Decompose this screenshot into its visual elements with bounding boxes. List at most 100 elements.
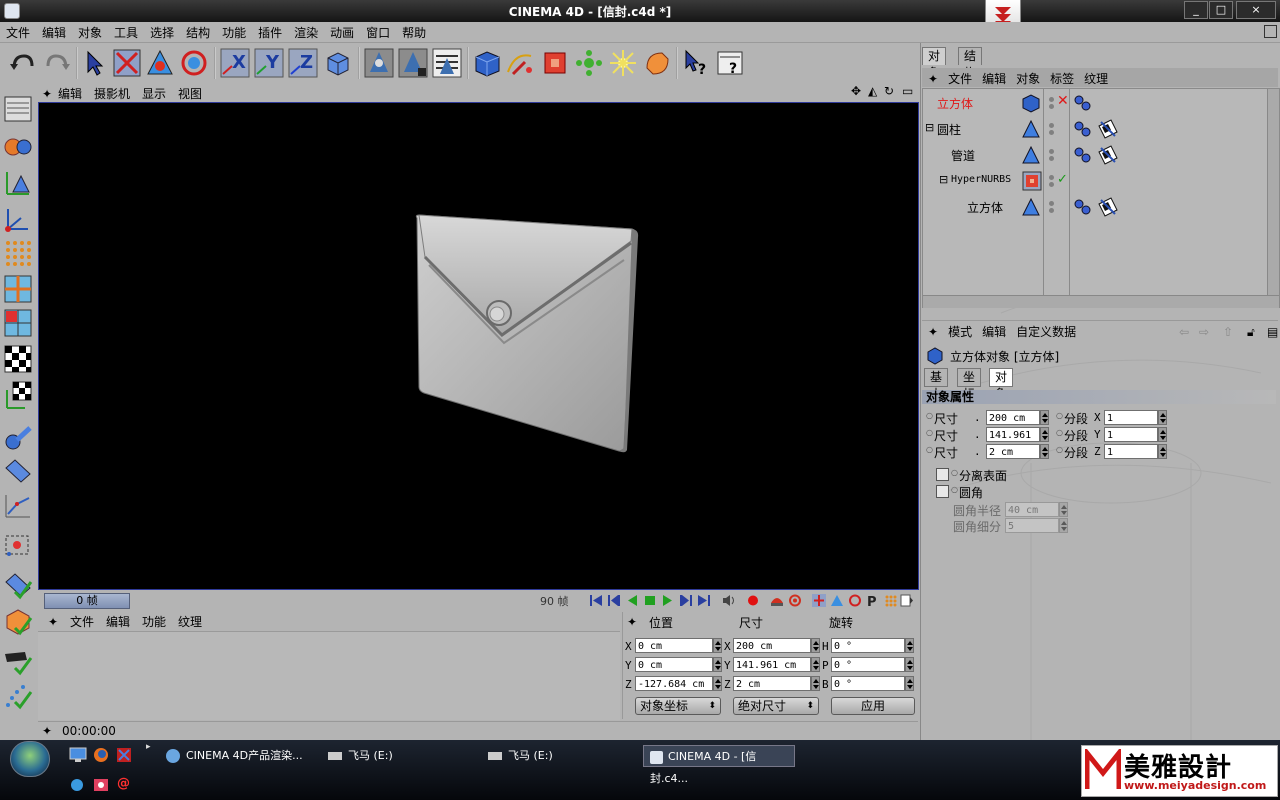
- select-pointer-icon[interactable]: [80, 48, 110, 78]
- texture-axis-icon[interactable]: [3, 380, 33, 410]
- quicklaunch-expand-icon[interactable]: ▸: [146, 742, 151, 752]
- context-help-icon[interactable]: ?: [682, 48, 712, 78]
- x-axis-lock-icon[interactable]: X: [220, 48, 250, 78]
- texture-tag-icon[interactable]: [1097, 144, 1119, 166]
- mail-at-icon[interactable]: @: [117, 776, 130, 791]
- use-model-icon[interactable]: [3, 94, 33, 124]
- timeline-bar[interactable]: [38, 590, 918, 610]
- pos-y-field[interactable]: 0 cm: [635, 657, 713, 672]
- pos-x-spinner[interactable]: [713, 638, 722, 653]
- tab-objects[interactable]: 对象: [922, 47, 947, 80]
- rot-b-spinner[interactable]: [905, 676, 914, 691]
- show-desktop-icon[interactable]: [69, 747, 87, 763]
- attribute-menu-edit[interactable]: 编辑: [977, 321, 1011, 340]
- size-y-spinner[interactable]: [811, 657, 820, 672]
- qq-icon[interactable]: [69, 777, 85, 793]
- rot-b-field[interactable]: 0 °: [831, 676, 905, 691]
- seg-x-spin[interactable]: [1158, 410, 1167, 425]
- enabled-check-icon[interactable]: ✓: [1057, 172, 1068, 187]
- undo-icon[interactable]: [8, 48, 38, 78]
- redo-icon[interactable]: [42, 48, 72, 78]
- menu-plugins[interactable]: 插件: [252, 22, 288, 41]
- tab-object[interactable]: 对象: [989, 368, 1014, 401]
- stop-icon[interactable]: [643, 594, 657, 607]
- key-position-icon[interactable]: [812, 594, 826, 607]
- maximize-button[interactable]: □: [1209, 1, 1233, 19]
- viewport-maximize-icon[interactable]: ▭: [902, 84, 913, 98]
- size-x-input[interactable]: 200 cm: [986, 410, 1040, 425]
- texture-tag-icon[interactable]: [1097, 196, 1119, 218]
- taskbar-item-cinema4d[interactable]: CINEMA 4D - [信封.c4...: [643, 745, 795, 785]
- goto-end-icon[interactable]: [697, 594, 711, 607]
- texture-mode-icon[interactable]: [3, 344, 33, 374]
- object-pin-icon[interactable]: ✦: [922, 70, 943, 86]
- record-icon[interactable]: [746, 594, 760, 607]
- menu-render[interactable]: 渲染: [288, 22, 324, 41]
- close-button[interactable]: ×: [1236, 1, 1276, 19]
- viewport-menu-display[interactable]: 显示: [136, 83, 172, 102]
- size-mode-select[interactable]: 绝对尺寸 ⬍: [733, 697, 819, 715]
- texture-tag-icon[interactable]: [1097, 118, 1119, 140]
- polygons-mode-icon[interactable]: [3, 308, 33, 338]
- object-row-hypernurbs[interactable]: ⊟ HyperNURBS ✓: [923, 169, 1267, 193]
- object-name[interactable]: 立方体: [937, 95, 973, 112]
- menu-help[interactable]: 帮助: [396, 22, 432, 41]
- photo-app-icon[interactable]: [93, 777, 109, 793]
- seg-y-spin[interactable]: [1158, 427, 1167, 442]
- tab-basic[interactable]: 基本: [924, 368, 949, 401]
- menu-edit[interactable]: 编辑: [36, 22, 72, 41]
- use-axis-icon[interactable]: [3, 168, 33, 198]
- enable-axis-icon[interactable]: [3, 606, 33, 636]
- lock-icon[interactable]: 🔓︎: [1242, 323, 1260, 340]
- taskbar-item-drive-2[interactable]: 飞马 (E:): [488, 745, 638, 767]
- expander-minus-icon[interactable]: ⊟: [925, 121, 934, 134]
- size-z-field[interactable]: 2 cm: [733, 676, 811, 691]
- material-menu-texture[interactable]: 纹理: [172, 612, 208, 630]
- menu-functions[interactable]: 功能: [216, 22, 252, 41]
- timeline-options-icon[interactable]: [900, 594, 914, 607]
- object-name[interactable]: HyperNURBS: [951, 174, 1011, 185]
- play-forward-icon[interactable]: [661, 594, 675, 607]
- current-frame-slider[interactable]: 0 帧: [44, 593, 130, 609]
- forward-arrow-icon[interactable]: ⇨: [1194, 323, 1214, 339]
- attribute-menu-mode[interactable]: 模式: [943, 321, 977, 340]
- coordinate-mode-select[interactable]: 对象坐标 ⬍: [635, 697, 721, 715]
- rot-p-spinner[interactable]: [905, 657, 914, 672]
- size-y-input[interactable]: 141.961: [986, 427, 1040, 442]
- app-quicklaunch-icon[interactable]: [116, 747, 132, 763]
- new-manager-icon[interactable]: ▤: [1262, 323, 1280, 339]
- render-picture-viewer-icon[interactable]: [398, 48, 428, 78]
- object-menu-file[interactable]: 文件: [943, 68, 977, 87]
- rotate-icon[interactable]: [179, 48, 209, 78]
- render-view-icon[interactable]: [364, 48, 394, 78]
- tweak-mode-icon[interactable]: [3, 570, 33, 600]
- axis-tool-icon[interactable]: [3, 204, 33, 234]
- spline-edit-icon[interactable]: [3, 490, 33, 520]
- back-arrow-icon[interactable]: ⇦: [1174, 323, 1194, 339]
- use-object-icon[interactable]: [3, 130, 33, 160]
- size-z-spinner[interactable]: [811, 676, 820, 691]
- viewport-zoom-icon[interactable]: ◭: [868, 84, 877, 98]
- cube-primitive-icon[interactable]: [472, 48, 502, 78]
- y-axis-lock-icon[interactable]: Y: [254, 48, 284, 78]
- object-row-cylinder[interactable]: ⊟ 圆柱: [923, 117, 1267, 141]
- size-x-spinner[interactable]: [811, 638, 820, 653]
- render-settings-icon[interactable]: [432, 48, 462, 78]
- pos-y-spinner[interactable]: [713, 657, 722, 672]
- viewport-menu-camera[interactable]: 摄影机: [88, 83, 136, 102]
- nurbs-icon[interactable]: [540, 48, 570, 78]
- play-backward-icon[interactable]: [625, 594, 639, 607]
- phong-tag-icon[interactable]: [1073, 119, 1093, 139]
- apply-button[interactable]: 应用: [831, 697, 915, 715]
- phong-tag-icon[interactable]: [1073, 93, 1093, 113]
- next-key-icon[interactable]: [679, 594, 693, 607]
- attribute-menu-userdata[interactable]: 自定义数据: [1011, 321, 1081, 340]
- z-axis-lock-icon[interactable]: Z: [288, 48, 318, 78]
- tab-coordinates[interactable]: 坐标: [957, 368, 982, 401]
- object-menu-edit[interactable]: 编辑: [977, 68, 1011, 87]
- size-x-spin[interactable]: [1040, 410, 1049, 425]
- rot-p-field[interactable]: 0 °: [831, 657, 905, 672]
- rot-h-spinner[interactable]: [905, 638, 914, 653]
- material-pin-icon[interactable]: ✦: [42, 614, 64, 629]
- disabled-x-icon[interactable]: ✕: [1057, 93, 1069, 109]
